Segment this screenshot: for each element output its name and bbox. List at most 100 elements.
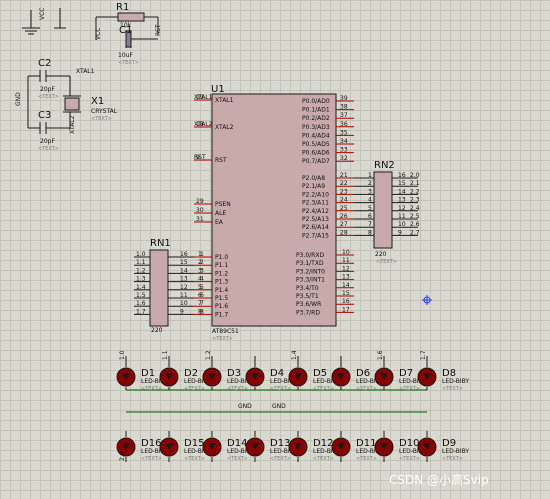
mcu-pin-name: P1.6 [215, 303, 228, 310]
crystal-x1[interactable] [64, 97, 80, 111]
mcu-pin-name: P1.0 [215, 254, 228, 261]
rn-pin-number: 7 [368, 221, 372, 228]
led-text-placeholder: <TEXT> [227, 456, 248, 462]
resistor-network-rn2[interactable]: RN2 220 <TEXT> [373, 160, 397, 265]
mcu-pin-number: 32 [340, 155, 348, 162]
led-text-placeholder: <TEXT> [442, 386, 463, 392]
svg-text:VCC: VCC [39, 8, 46, 20]
mcu-pin-name: P0.2/AD2 [302, 115, 330, 122]
rn-pin-number: 16 [180, 251, 188, 258]
mcu-pin-number: 16 [342, 298, 350, 305]
led-text-placeholder: <TEXT> [227, 386, 248, 392]
schematic-canvas[interactable]: VCC R1 10k VCC RST C1 10uF <TEXT> C2 20p… [0, 0, 550, 499]
rn-pin-number: 8 [368, 229, 372, 236]
rn-pin-number: 11 [398, 213, 406, 220]
led-text-placeholder: <TEXT> [184, 456, 205, 462]
rn-pin-number: 3 [200, 267, 204, 274]
mcu-pin-number: 25 [340, 205, 348, 212]
led-text-placeholder: <TEXT> [399, 456, 420, 462]
mcu-pin-number: 12 [342, 265, 350, 272]
mcu-pin-name: P1.4 [215, 287, 228, 294]
svg-text:GND: GND [272, 403, 286, 410]
led-text-placeholder: <TEXT> [356, 386, 377, 392]
rn-pin-number: 15 [180, 259, 188, 266]
mcu-pin-number: 22 [340, 180, 348, 187]
net-label: 1.4 [136, 284, 146, 291]
mcu-pin-name: P0.7/AD7 [302, 158, 330, 165]
mcu-pin-number: 15 [342, 290, 350, 297]
mcu-pin-number: 10 [342, 249, 350, 256]
rn-pin-number: 4 [200, 276, 204, 283]
net-label: 1.7 [136, 308, 146, 315]
svg-text:AT89C51: AT89C51 [212, 328, 239, 335]
svg-text:220: 220 [151, 327, 163, 334]
vcc-symbol: VCC [39, 8, 66, 29]
svg-text:VCC: VCC [95, 28, 102, 40]
mcu-pin-number: 39 [340, 95, 348, 102]
led-text-placeholder: <TEXT> [313, 456, 334, 462]
svg-text:<TEXT>: <TEXT> [38, 94, 59, 100]
cursor-crosshair [422, 295, 432, 305]
net-label: 1.5 [136, 292, 146, 299]
mcu-pin-number: 11 [342, 257, 350, 264]
net-label: 2.2 [410, 188, 420, 195]
resistor-network-rn1[interactable]: RN1 220 [149, 238, 171, 334]
svg-text:<TEXT>: <TEXT> [118, 60, 139, 66]
net-label: 1.6 [136, 300, 146, 307]
mcu-pin-name: ALE [215, 210, 226, 217]
mcu-pin-name: P0.6/AD6 [302, 150, 330, 157]
rn-pin-number: 14 [180, 267, 188, 274]
rn-pin-number: 12 [398, 205, 406, 212]
mcu-pin-number: 21 [340, 172, 348, 179]
mcu-pin-number: 33 [340, 147, 348, 154]
net-label: 2.0 [119, 451, 126, 461]
mcu-pin-name: EA [215, 219, 224, 226]
svg-text:RN1: RN1 [150, 238, 171, 249]
svg-text:C1: C1 [119, 25, 132, 36]
led-text-placeholder: <TEXT> [356, 456, 377, 462]
mcu-pin-name: P2.4/A12 [302, 208, 329, 215]
net-label: 2.1 [410, 180, 420, 187]
net-label: 2.6 [410, 221, 420, 228]
net-label: 2.5 [410, 213, 420, 220]
rn-pin-number: 1 [200, 251, 204, 258]
rn-pin-number: 14 [398, 188, 406, 195]
resistor-r1[interactable] [117, 12, 145, 22]
mcu-pin-name: P0.3/AD3 [302, 124, 330, 131]
mcu-pin-number: 37 [340, 112, 348, 119]
mcu-pin-name: P2.7/A15 [302, 232, 329, 239]
mcu-pin-name: RST [215, 157, 227, 164]
oscillator-circuit: C2 20pF <TEXT> XTAL1 C3 20pF <TEXT> GND … [15, 58, 118, 152]
mcu-pin-name: P2.6/A14 [302, 224, 329, 231]
net-label: XTAL2 [194, 121, 213, 128]
svg-text:CRYSTAL: CRYSTAL [91, 108, 118, 115]
svg-text:RST: RST [155, 24, 162, 36]
svg-text:20pF: 20pF [40, 138, 55, 145]
led-text-placeholder: <TEXT> [141, 386, 162, 392]
rn-pin-number: 4 [368, 197, 372, 204]
mcu-pin-name: P2.0/A8 [302, 175, 325, 182]
mcu-pin-number: 34 [340, 138, 348, 145]
mcu-pin-name: P1.3 [215, 279, 228, 286]
mcu-pin-name: PSEN [215, 201, 231, 208]
net-label: 2.0 [410, 172, 420, 179]
mcu-pin-name: P0.1/AD1 [302, 107, 330, 114]
led-array: D1LED-BIBY<TEXT>1.0D2LED-BIBY<TEXT>1.1D3… [116, 350, 469, 462]
svg-text:GND: GND [238, 403, 252, 410]
net-label: 1.2 [205, 350, 212, 360]
mcu-pin-name: P3.1/TXD [296, 260, 324, 267]
svg-text:GND: GND [15, 92, 22, 106]
rn-pin-number: 16 [398, 172, 406, 179]
svg-text:C3: C3 [38, 110, 51, 121]
svg-text:220: 220 [375, 251, 387, 258]
rn-pin-number: 12 [180, 284, 188, 291]
mcu-pin-number: 35 [340, 129, 348, 136]
svg-text:<TEXT>: <TEXT> [38, 146, 59, 152]
mcu-pin-name: P3.2/INT0 [296, 268, 325, 275]
mcu-pin-number: 38 [340, 104, 348, 111]
mcu-pin-name: P2.2/A10 [302, 191, 329, 198]
net-label: 1.6 [377, 350, 384, 360]
svg-text:<TEXT>: <TEXT> [212, 336, 233, 342]
led-text-placeholder: <TEXT> [399, 386, 420, 392]
mcu-pin-name: P0.0/AD0 [302, 98, 330, 105]
